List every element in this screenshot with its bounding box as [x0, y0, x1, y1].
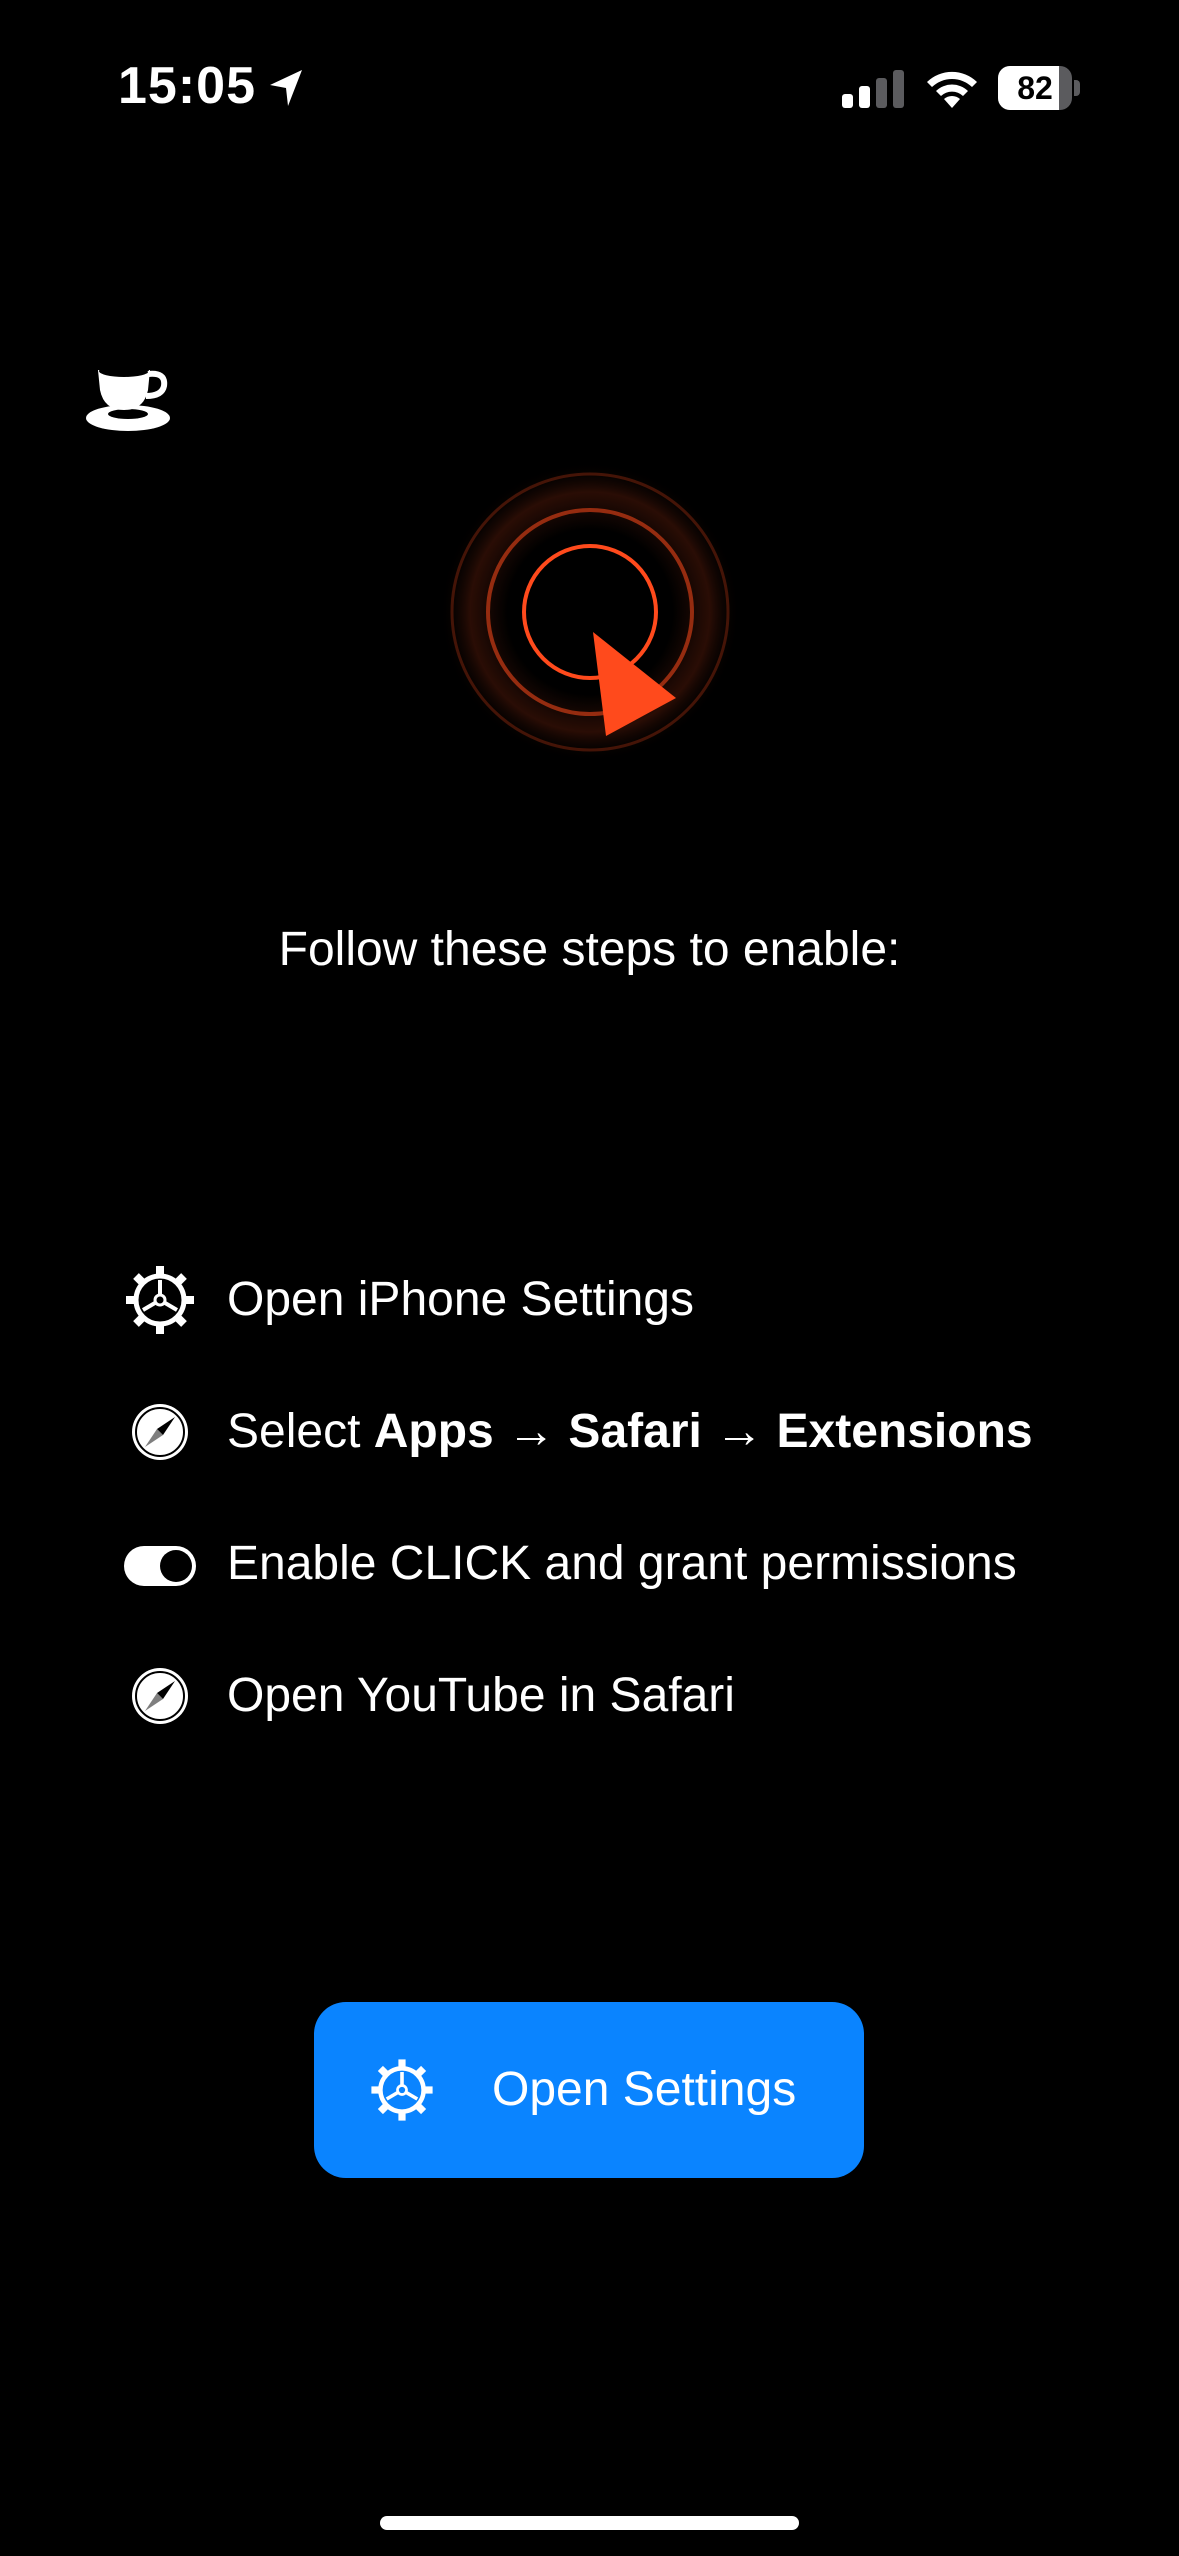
battery-percent: 82 [1017, 70, 1053, 106]
open-settings-label: Open Settings [492, 2063, 797, 2116]
instructions-title: Follow these steps to enable: [278, 923, 901, 976]
cellular-signal-icon [842, 70, 904, 108]
step-text-arrow: → [701, 1405, 777, 1458]
status-time: 15:05 [118, 57, 256, 115]
gear-icon [126, 1266, 194, 1334]
toggle-switch-icon [124, 1546, 196, 1586]
home-indicator[interactable] [380, 2516, 799, 2530]
step-text-arrow: → [493, 1405, 569, 1458]
battery-body: 82 [998, 66, 1072, 110]
safari-compass-icon [132, 1668, 188, 1724]
coffee-cup-icon[interactable] [84, 356, 172, 432]
step-text-extensions: Extensions [776, 1405, 1033, 1458]
step-text: Open YouTube in Safari [227, 1669, 735, 1722]
step-select-extensions: Select Apps → Safari → Extensions [120, 1392, 1120, 1524]
step-text: Open iPhone Settings [227, 1273, 694, 1326]
steps-list: Open iPhone Settings Select Apps → Safar… [120, 1260, 1120, 1788]
step-text-apps: Apps [373, 1405, 494, 1458]
battery-cap [1074, 80, 1080, 96]
status-bar: 15:05 82 [0, 0, 1179, 175]
step-text: Select Apps → Safari → Extensions [227, 1398, 1033, 1466]
wifi-icon [927, 71, 977, 108]
click-target-logo [440, 462, 740, 762]
safari-compass-icon [132, 1404, 188, 1460]
battery-icon: 82 [998, 66, 1080, 110]
location-arrow-icon [270, 70, 302, 106]
step-open-settings: Open iPhone Settings [120, 1260, 1120, 1392]
step-enable-click: Enable CLICK and grant permissions [120, 1524, 1120, 1656]
step-text-safari: Safari [568, 1405, 702, 1458]
step-text: Enable CLICK and grant permissions [227, 1537, 1017, 1590]
open-settings-button[interactable]: Open Settings [314, 2002, 864, 2178]
step-text-prefix: Select [227, 1405, 374, 1458]
gear-icon [371, 2059, 433, 2121]
step-open-youtube: Open YouTube in Safari [120, 1656, 1120, 1788]
